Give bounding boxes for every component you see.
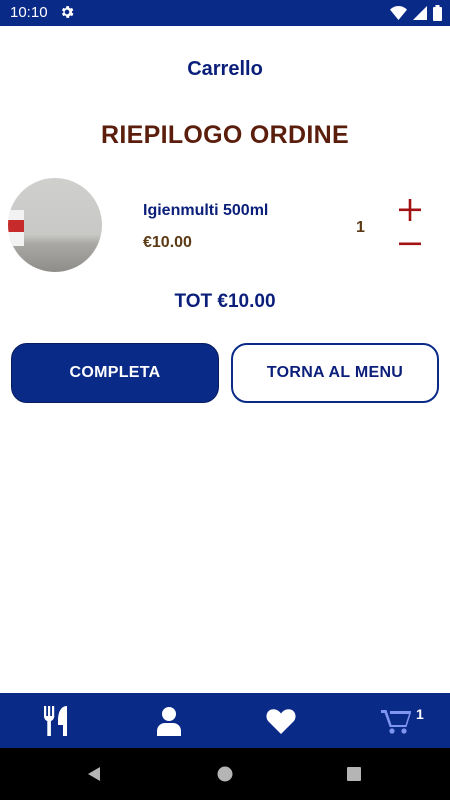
order-total: TOT €10.00 (174, 291, 276, 312)
product-price: €10.00 (143, 234, 192, 251)
profile-icon[interactable] (157, 706, 181, 736)
gear-icon (61, 6, 74, 18)
status-time: 10:10 (10, 4, 48, 21)
home-icon[interactable] (217, 766, 233, 782)
product-image (8, 178, 102, 272)
minus-icon[interactable] (396, 230, 424, 258)
back-to-menu-button[interactable]: TORNA AL MENU (231, 343, 439, 403)
status-bar: 10:10 (0, 0, 450, 26)
menu-icon[interactable] (43, 706, 69, 736)
order-summary-heading: RIEPILOGO ORDINE (101, 121, 349, 149)
cart-icon[interactable] (381, 706, 411, 736)
favorites-icon[interactable] (266, 706, 296, 736)
page-title: Carrello (187, 58, 263, 80)
cart-count-badge: 1 (416, 706, 424, 722)
quantity-value: 1 (356, 219, 365, 236)
complete-button[interactable]: COMPLETA (11, 343, 219, 403)
plus-icon[interactable] (396, 196, 424, 224)
signal-icon (413, 6, 427, 20)
wifi-icon (390, 6, 407, 20)
back-icon[interactable] (86, 766, 102, 782)
product-bottle-label (8, 220, 24, 232)
recents-icon[interactable] (347, 767, 361, 781)
bottom-nav (0, 693, 450, 748)
status-indicators (390, 5, 442, 21)
system-nav-bar (0, 748, 450, 800)
battery-icon (433, 5, 442, 21)
product-name: Igienmulti 500ml (143, 202, 269, 219)
